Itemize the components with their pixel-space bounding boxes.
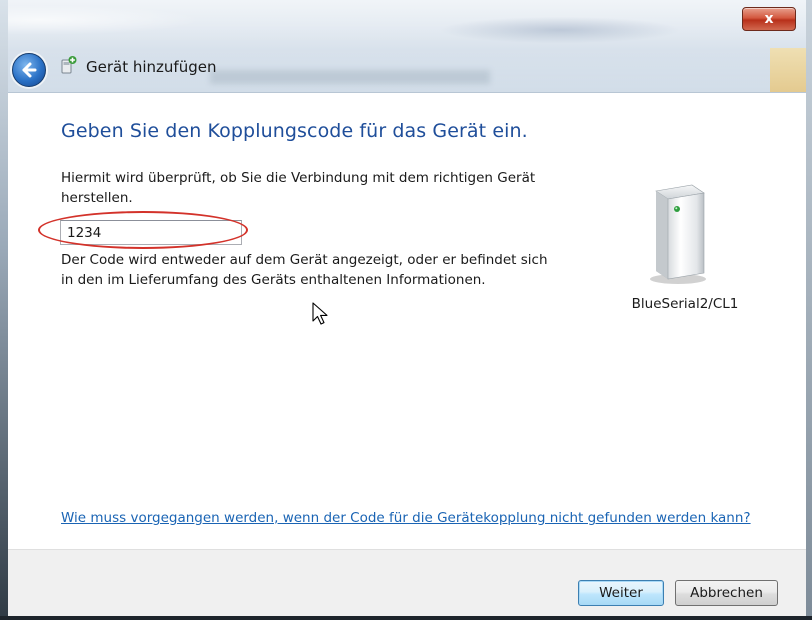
right-border	[806, 0, 812, 620]
cancel-button[interactable]: Abbrechen	[675, 580, 778, 606]
bottom-border	[0, 616, 812, 620]
page-heading: Geben Sie den Kopplungscode für das Gerä…	[61, 120, 528, 142]
description-text: Hiermit wird überprüft, ob Sie die Verbi…	[61, 170, 536, 206]
device-icon	[650, 184, 706, 284]
left-border	[0, 0, 8, 620]
window-title: Gerät hinzufügen	[86, 58, 217, 76]
add-device-icon	[61, 56, 77, 74]
background-folder	[770, 48, 810, 92]
close-button[interactable]: x	[742, 7, 796, 31]
pairing-code-input[interactable]	[60, 220, 242, 245]
help-link[interactable]: Wie muss vorgegangen werden, wenn der Co…	[61, 510, 751, 526]
background-blur	[210, 70, 490, 84]
content-panel	[8, 92, 806, 550]
device-name-label: BlueSerial2/CL1	[631, 296, 739, 312]
back-button[interactable]	[12, 53, 46, 87]
next-button[interactable]: Weiter	[578, 580, 664, 606]
hint-text: Der Code wird entweder auf dem Gerät ang…	[61, 252, 548, 288]
mouse-pointer-icon	[312, 302, 328, 325]
back-arrow-icon	[22, 62, 37, 78]
